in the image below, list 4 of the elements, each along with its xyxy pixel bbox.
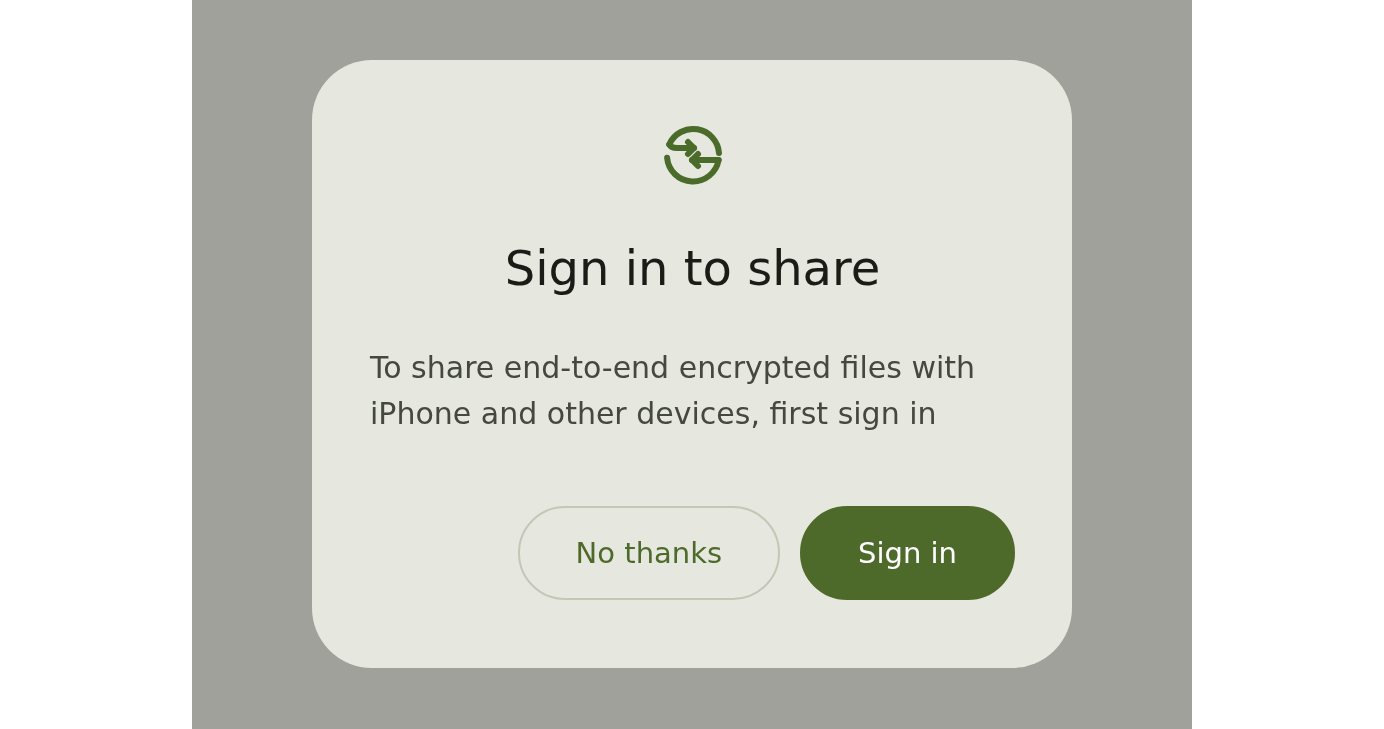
confirm-button[interactable]: Sign in (800, 506, 1015, 600)
dialog-message: To share end-to-end encrypted files with iPhone and other devices, first sign in (370, 349, 977, 433)
dialog-title: Sign in to share (503, 239, 882, 298)
dismiss-button[interactable]: No thanks (517, 506, 781, 600)
